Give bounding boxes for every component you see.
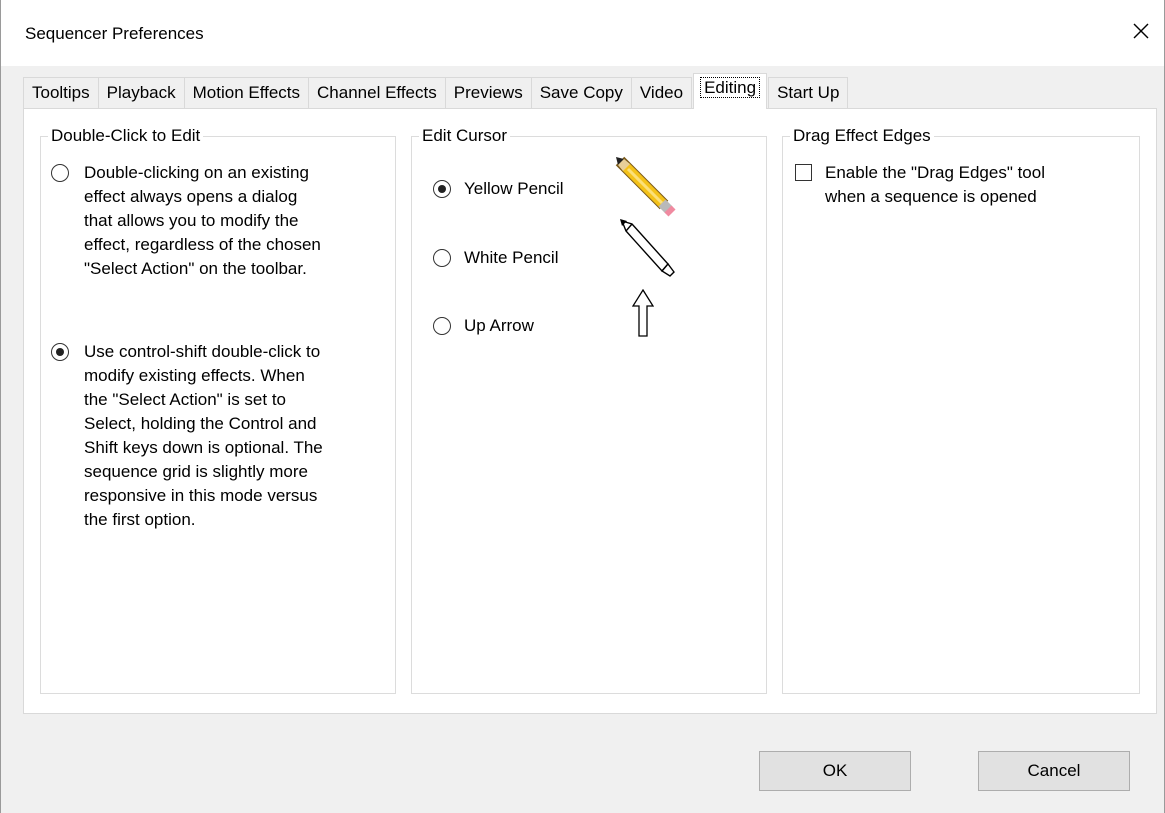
title-bar: Sequencer Preferences	[0, 0, 1165, 66]
drag-edges-group: Drag Effect Edges Enable the "Drag Edges…	[782, 126, 1140, 694]
yellow-pencil-label[interactable]: Yellow Pencil	[464, 177, 564, 201]
option-line: responsive in this mode versus	[84, 486, 318, 505]
option-line: the first option.	[84, 510, 196, 529]
tab-video[interactable]: Video	[630, 77, 693, 109]
option-line: Shift keys down is optional. The	[84, 438, 323, 457]
double-click-option-2-radio[interactable]	[51, 343, 69, 361]
ok-button[interactable]: OK	[759, 751, 911, 791]
edit-cursor-group: Edit Cursor Yellow Pencil White Pencil U…	[411, 126, 767, 694]
drag-edges-checkbox[interactable]	[795, 164, 812, 181]
window-title: Sequencer Preferences	[25, 24, 204, 43]
tab-editing[interactable]: Editing	[693, 73, 768, 109]
tab-label: Start Up	[777, 83, 840, 102]
double-click-option-1-radio[interactable]	[51, 164, 69, 182]
tab-label: Video	[639, 83, 684, 102]
editing-tab-panel: Double-Click to Edit Double-clicking on …	[23, 108, 1157, 714]
tab-start-up[interactable]: Start Up	[768, 77, 849, 109]
option-line: effect always opens a dialog	[84, 187, 298, 206]
up-arrow-icon	[632, 289, 654, 337]
cancel-button[interactable]: Cancel	[978, 751, 1130, 791]
option-line: Enable the "Drag Edges" tool	[825, 163, 1045, 182]
double-click-group: Double-Click to Edit Double-clicking on …	[40, 126, 396, 694]
up-arrow-radio[interactable]	[433, 317, 451, 335]
tab-strip: Tooltips Playback Motion Effects Channel…	[23, 73, 849, 109]
tab-label: Motion Effects	[192, 83, 301, 102]
white-pencil-radio[interactable]	[433, 249, 451, 267]
option-line: that allows you to modify the	[84, 211, 299, 230]
close-icon	[1133, 23, 1149, 39]
tab-channel-effects[interactable]: Channel Effects	[308, 77, 446, 109]
group-legend: Double-Click to Edit	[48, 126, 204, 146]
double-click-option-1-label[interactable]: Double-clicking on an existing effect al…	[84, 161, 321, 281]
white-pencil-label[interactable]: White Pencil	[464, 246, 558, 270]
up-arrow-label[interactable]: Up Arrow	[464, 314, 534, 338]
tab-label: Tooltips	[32, 83, 90, 102]
tab-motion-effects[interactable]: Motion Effects	[183, 77, 310, 109]
tab-previews[interactable]: Previews	[444, 77, 532, 109]
white-pencil-icon	[620, 219, 675, 277]
option-line: modify existing effects. When	[84, 366, 305, 385]
tab-tooltips[interactable]: Tooltips	[23, 77, 99, 109]
dialog-client: Tooltips Playback Motion Effects Channel…	[0, 66, 1165, 813]
drag-edges-checkbox-label[interactable]: Enable the "Drag Edges" tool when a sequ…	[825, 161, 1045, 209]
option-line: the "Select Action" is set to	[84, 390, 287, 409]
yellow-pencil-radio[interactable]	[433, 180, 451, 198]
yellow-pencil-icon	[615, 156, 676, 217]
double-click-option-2-label[interactable]: Use control-shift double-click to modify…	[84, 340, 323, 532]
option-line: "Select Action" on the toolbar.	[84, 259, 307, 278]
option-line: Double-clicking on an existing	[84, 163, 309, 182]
option-line: sequence grid is slightly more	[84, 462, 308, 481]
tab-label: Playback	[106, 83, 176, 102]
option-line: Select, holding the Control and	[84, 414, 317, 433]
tab-label: Save Copy	[539, 83, 623, 102]
tab-save-copy[interactable]: Save Copy	[530, 77, 632, 109]
tab-playback[interactable]: Playback	[97, 77, 185, 109]
tab-label: Previews	[453, 83, 523, 102]
tab-label: Channel Effects	[317, 83, 437, 102]
group-legend: Edit Cursor	[419, 126, 511, 146]
close-button[interactable]	[1124, 14, 1158, 48]
option-line: Use control-shift double-click to	[84, 342, 321, 361]
option-line: effect, regardless of the chosen	[84, 235, 321, 254]
group-legend: Drag Effect Edges	[790, 126, 934, 146]
option-line: when a sequence is opened	[825, 187, 1037, 206]
tab-label: Editing	[700, 77, 761, 98]
